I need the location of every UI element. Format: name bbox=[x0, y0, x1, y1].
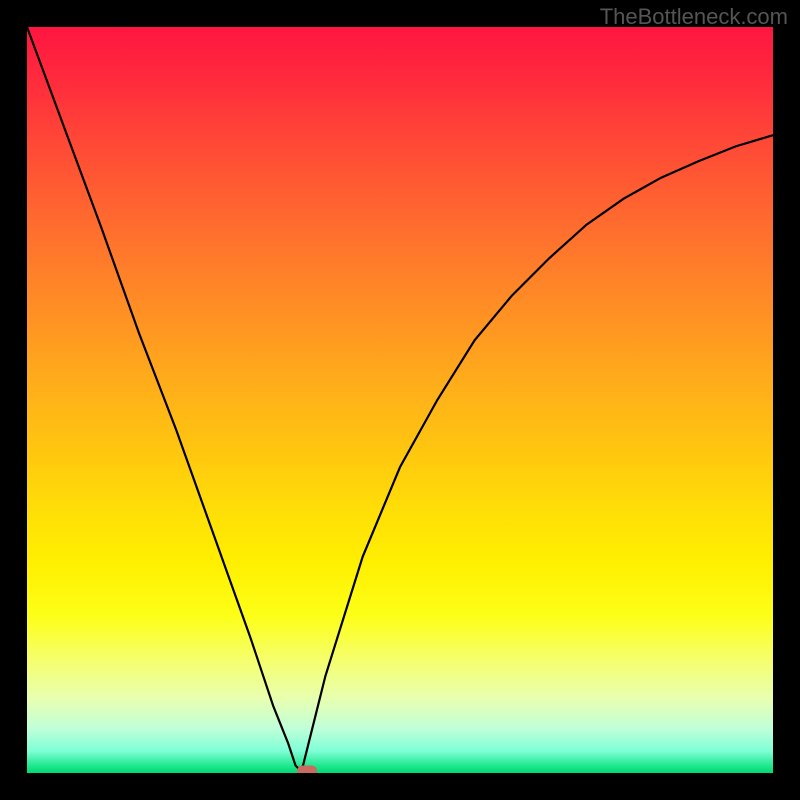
optimal-point-marker bbox=[297, 765, 317, 773]
curve-svg bbox=[27, 27, 773, 773]
bottleneck-curve bbox=[27, 27, 773, 769]
chart-area bbox=[27, 27, 773, 773]
watermark-text: TheBottleneck.com bbox=[600, 4, 788, 30]
